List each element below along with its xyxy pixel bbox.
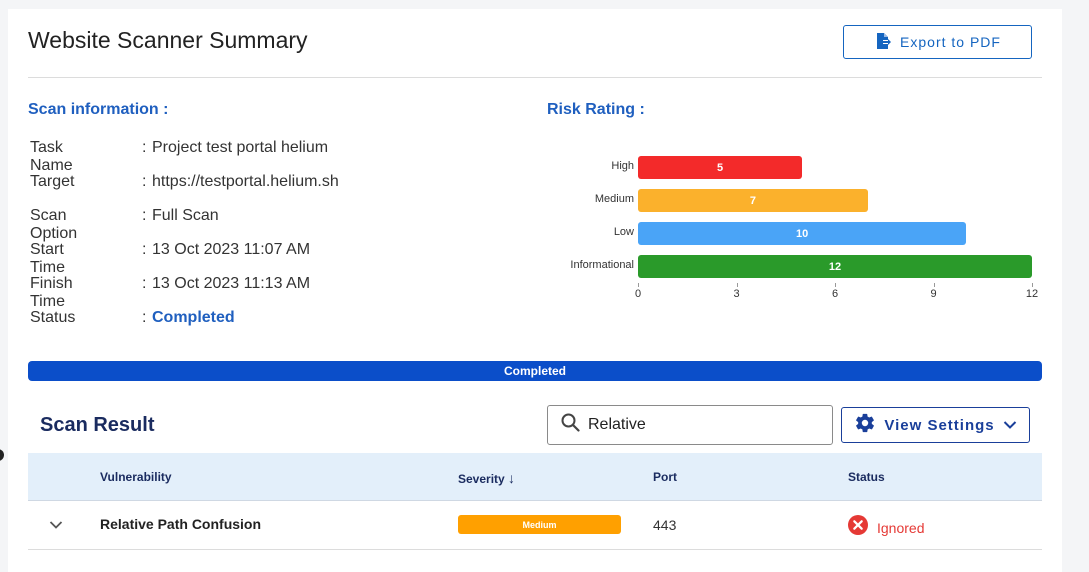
info-label: Scan Option — [30, 207, 78, 242]
bar-value-label: 10 — [796, 227, 809, 240]
column-header-severity[interactable]: Severity ↓ — [458, 470, 515, 486]
x-tick-label: 12 — [1025, 288, 1039, 300]
header-divider — [28, 77, 1042, 78]
x-tick-label: 9 — [930, 288, 937, 300]
bar-high[interactable]: 5 — [638, 156, 803, 179]
info-colon: : — [142, 275, 147, 292]
search-box[interactable] — [547, 405, 833, 445]
status-value: Completed — [152, 309, 235, 326]
x-tick-mark — [736, 283, 738, 287]
info-value: 13 Oct 2023 11:13 AM — [152, 275, 311, 292]
view-settings-label: View Settings — [884, 416, 995, 434]
scan-result-title: Scan Result — [40, 414, 155, 436]
severity-header-label: Severity — [458, 472, 505, 486]
file-export-icon — [874, 32, 892, 53]
scanner-summary-card: Website Scanner Summary Export to PDF Sc… — [8, 9, 1062, 572]
x-tick-mark — [933, 283, 935, 287]
error-circle-icon — [848, 515, 868, 540]
info-colon: : — [142, 309, 147, 326]
bar-low[interactable]: 10 — [638, 222, 967, 245]
expand-row-chevron-icon[interactable] — [49, 517, 63, 533]
bar-label: Low — [613, 226, 634, 238]
port-value: 443 — [653, 517, 677, 533]
info-value: https://testportal.helium.sh — [152, 173, 339, 190]
severity-badge: Medium — [458, 515, 621, 534]
info-label: Task Name — [30, 139, 73, 174]
column-header-status[interactable]: Status — [848, 470, 885, 484]
bar-label: Medium — [594, 193, 634, 205]
results-table-header: Vulnerability Severity ↓ Port Status — [28, 453, 1042, 501]
bar-informational[interactable]: 12 — [638, 255, 1032, 278]
x-tick-mark — [835, 283, 836, 287]
view-settings-button[interactable]: View Settings — [841, 407, 1030, 443]
bar-medium[interactable]: 7 — [638, 189, 868, 212]
table-row[interactable]: Relative Path Confusion Medium 443 Ignor… — [28, 501, 1042, 550]
x-tick-mark — [638, 283, 639, 287]
scan-progress-bar: Completed — [28, 361, 1042, 381]
gear-icon — [854, 412, 876, 438]
x-tick-label: 0 — [634, 288, 642, 300]
info-label: Target — [30, 173, 75, 190]
info-value: Project test portal helium — [152, 139, 329, 156]
x-tick-label: 3 — [733, 288, 740, 300]
scan-info-heading: Scan information : — [28, 101, 169, 118]
status-cell: Ignored — [848, 515, 924, 540]
info-label: Finish Time — [30, 275, 73, 310]
status-text: Ignored — [877, 519, 925, 536]
info-colon: : — [142, 173, 147, 190]
info-colon: : — [142, 241, 147, 258]
search-input[interactable] — [588, 416, 808, 434]
column-header-port[interactable]: Port — [653, 470, 677, 484]
search-icon — [561, 413, 580, 437]
bar-label: High — [611, 160, 634, 172]
x-tick-label: 6 — [831, 288, 839, 300]
edge-handle — [0, 449, 4, 461]
info-label: Start Time — [30, 241, 65, 276]
info-value: Full Scan — [152, 207, 219, 224]
progress-label: Completed — [503, 364, 566, 378]
bar-value-label: 5 — [717, 161, 724, 174]
info-value: 13 Oct 2023 11:07 AM — [152, 241, 311, 258]
vulnerability-name: Relative Path Confusion — [100, 516, 262, 532]
page-title: Website Scanner Summary — [28, 27, 308, 53]
export-pdf-button[interactable]: Export to PDF — [843, 25, 1032, 59]
bar-value-label: 7 — [749, 194, 756, 207]
sort-arrow-down-icon: ↓ — [508, 470, 516, 486]
risk-rating-chart: High 5 Medium 7 Low 10 Informational 12 0 3 6 9 12 — [548, 149, 1048, 319]
chevron-down-icon — [1003, 417, 1017, 434]
column-header-vulnerability[interactable]: Vulnerability — [100, 470, 172, 484]
export-pdf-label: Export to PDF — [900, 34, 1001, 50]
risk-rating-heading: Risk Rating : — [547, 101, 645, 118]
bar-value-label: 12 — [828, 260, 842, 273]
bar-label: Informational — [570, 259, 634, 271]
info-colon: : — [142, 207, 147, 224]
info-colon: : — [142, 139, 147, 156]
x-tick-mark — [1032, 283, 1033, 287]
info-label: Status — [30, 309, 76, 326]
